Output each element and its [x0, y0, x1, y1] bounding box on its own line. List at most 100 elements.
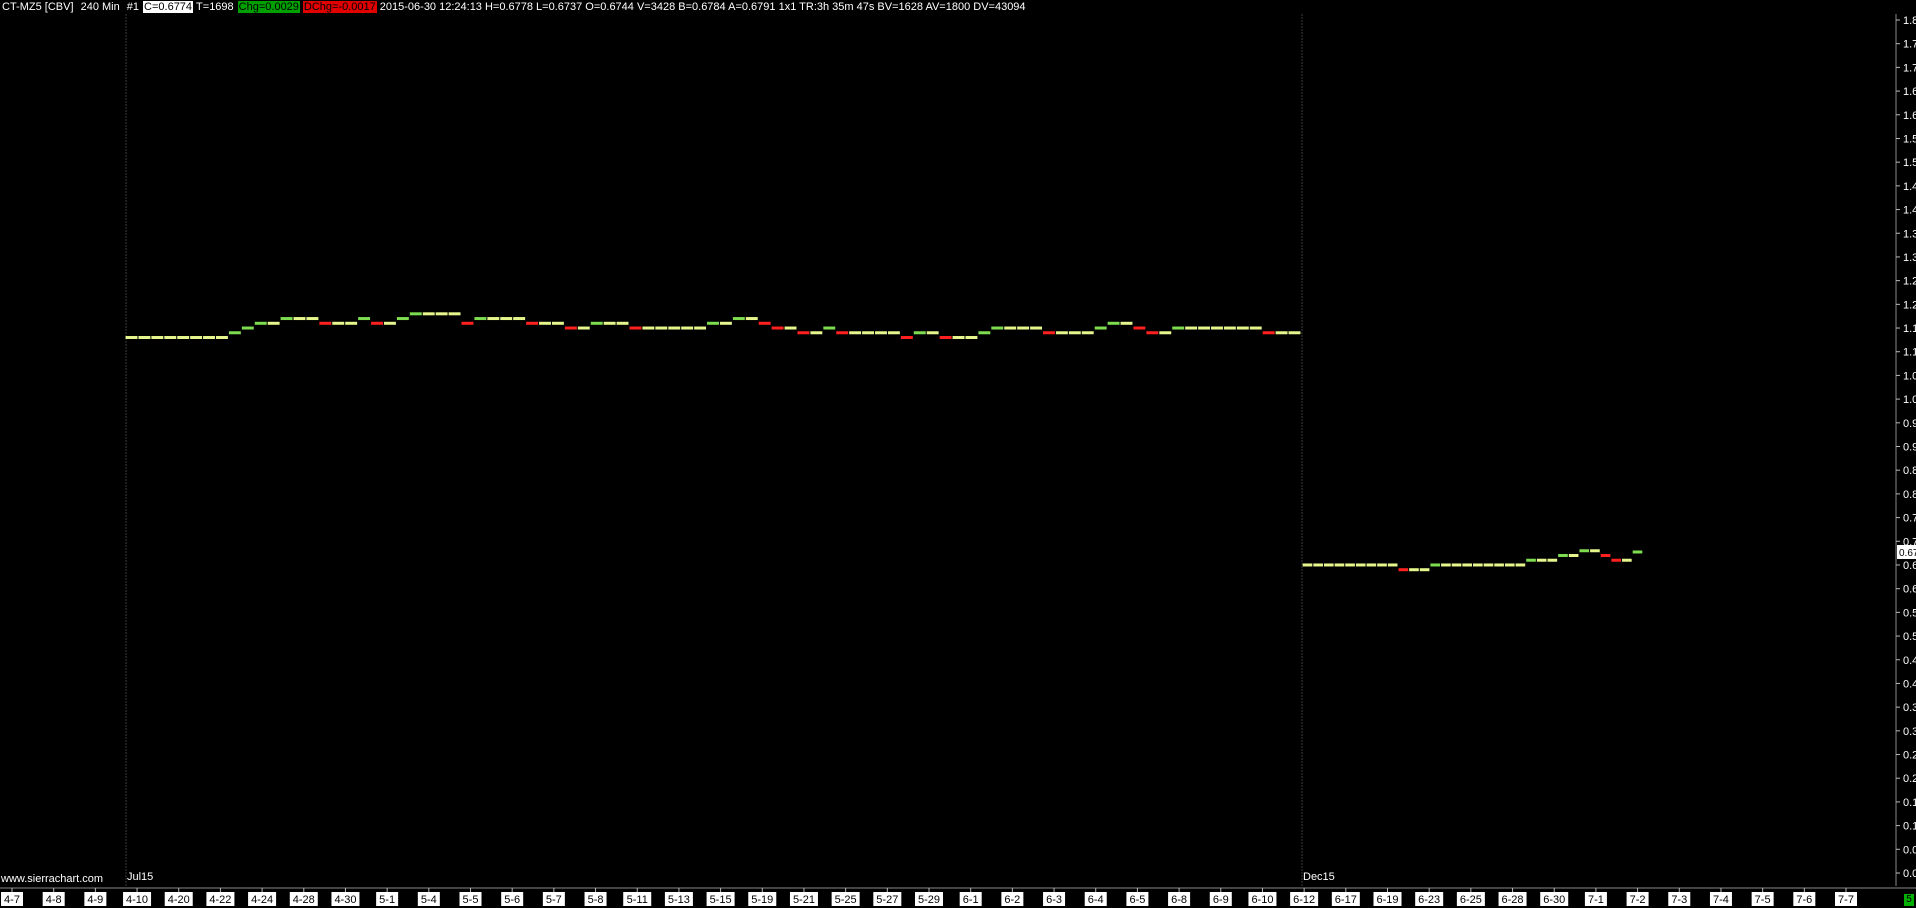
price-tick-label: 0.8000: [1903, 489, 1916, 501]
price-bar: [1451, 563, 1462, 567]
price-tick-label: 1.7000: [1903, 62, 1916, 74]
last-price-marker: 0.6774: [1897, 544, 1916, 559]
price-bar: [422, 312, 435, 316]
time-tick-label: 6-1: [963, 894, 979, 906]
price-bar: [1494, 563, 1504, 567]
price-bar: [590, 321, 603, 325]
price-bar: [190, 336, 203, 340]
price-bar: [1236, 326, 1249, 330]
price-tick-label: 1.1500: [1903, 323, 1916, 335]
time-tick-label: 5-13: [668, 894, 690, 906]
price-tick-label: 1.6500: [1903, 86, 1916, 98]
price-bar: [1473, 563, 1483, 567]
time-tick-label: 6-25: [1460, 894, 1482, 906]
price-bar: [577, 326, 590, 330]
time-tick-label: 7-7: [1838, 894, 1854, 906]
price-bar: [1043, 331, 1055, 335]
price-bar: [513, 317, 526, 321]
price-bar: [1579, 549, 1590, 553]
symbol-label: CT-MZ5 [CBV]: [2, 1, 74, 13]
time-tick-label: 5-15: [710, 894, 732, 906]
price-bar: [1622, 558, 1632, 562]
price-bar: [1558, 553, 1568, 557]
last-price-label: 0.6774: [1899, 548, 1916, 559]
price-bar: [539, 321, 551, 325]
price-bar: [1366, 563, 1377, 567]
price-bar: [461, 321, 474, 325]
price-bar: [383, 321, 396, 325]
price-bar: [1313, 563, 1323, 567]
time-tick-label: 6-8: [1171, 894, 1187, 906]
price-bar: [396, 317, 409, 321]
price-tick-label: 0.0500: [1903, 844, 1916, 856]
price-bar: [1262, 331, 1275, 335]
time-tick-label: 5-7: [546, 894, 562, 906]
price-bar: [371, 321, 383, 325]
price-bar: [1526, 558, 1536, 562]
time-tick-label: 6-30: [1543, 894, 1565, 906]
price-bar: [1302, 563, 1313, 567]
time-tick-label: 6-17: [1335, 894, 1357, 906]
price-bar: [267, 321, 280, 325]
time-tick-label: 4-30: [334, 894, 356, 906]
price-tick-label: 1.6000: [1903, 110, 1916, 122]
price-bar: [862, 331, 875, 335]
price-bar: [228, 331, 241, 335]
time-tick-label: 6-23: [1418, 894, 1440, 906]
price-bar: [1334, 563, 1345, 567]
price-bar: [823, 326, 836, 330]
price-bar: [125, 336, 138, 340]
price-tick-label: 0.1000: [1903, 821, 1916, 833]
price-bar: [177, 336, 190, 340]
time-tick-label: 6-10: [1251, 894, 1273, 906]
price-tick-label: 1.5000: [1903, 157, 1916, 169]
price-bar: [1483, 563, 1494, 567]
price-tick-label: 0.2000: [1903, 773, 1916, 785]
price-bar: [1536, 558, 1547, 562]
price-bar: [203, 336, 215, 340]
price-tick-label: 0.3000: [1903, 726, 1916, 738]
price-bar: [1004, 326, 1017, 330]
price-bar: [758, 321, 771, 325]
price-bar: [1409, 568, 1419, 572]
price-bar: [939, 336, 952, 340]
price-bar: [1198, 326, 1211, 330]
price-tick-label: 1.7500: [1903, 39, 1916, 51]
price-bar: [241, 326, 254, 330]
price-tick-label: 1.0500: [1903, 370, 1916, 382]
price-bar: [926, 331, 939, 335]
time-tick-label: 7-3: [1671, 894, 1687, 906]
time-tick-label: 5-4: [421, 894, 437, 906]
corner-indicator[interactable]: 5: [1904, 894, 1914, 906]
time-tick-label: 7-6: [1796, 894, 1812, 906]
time-tick-label: 4-9: [87, 894, 103, 906]
price-tick-label: 0.6500: [1903, 560, 1916, 572]
time-tick-label: 4-8: [46, 894, 62, 906]
price-bar: [474, 317, 487, 321]
price-bar: [564, 326, 577, 330]
price-bar: [1568, 553, 1579, 557]
time-tick-label: 7-1: [1588, 894, 1604, 906]
price-bar: [1120, 321, 1133, 325]
price-tick-label: 0.8500: [1903, 465, 1916, 477]
price-bar: [1185, 326, 1198, 330]
price-bar: [797, 331, 810, 335]
price-bar: [707, 321, 719, 325]
price-bar: [694, 326, 707, 330]
time-tick-label: 6-4: [1088, 894, 1104, 906]
price-tick-label: 1.2500: [1903, 276, 1916, 288]
price-bar: [1430, 563, 1441, 567]
time-tick-label: 5-8: [588, 894, 604, 906]
interval-label: 240 Min: [80, 1, 120, 13]
price-tick-label: 0.5000: [1903, 631, 1916, 643]
price-tick-label: 1.8000: [1903, 15, 1916, 27]
price-chart[interactable]: 0.0000 0.0500 0.1000 0.1500 0.2000 0.2500 0.30…: [0, 0, 1916, 908]
price-bar: [215, 336, 228, 340]
price-bar: [164, 336, 177, 340]
chart-header: CT-MZ5 [CBV] 240 Min #1 C=0.6774 T=1698 Chg…: [2, 0, 1030, 16]
price-bar: [1223, 326, 1236, 330]
time-tick-label: 4-20: [168, 894, 190, 906]
price-bar: [732, 317, 745, 321]
price-tick-label: 0.4500: [1903, 655, 1916, 667]
contract-label-jul15: Jul15: [127, 871, 154, 883]
